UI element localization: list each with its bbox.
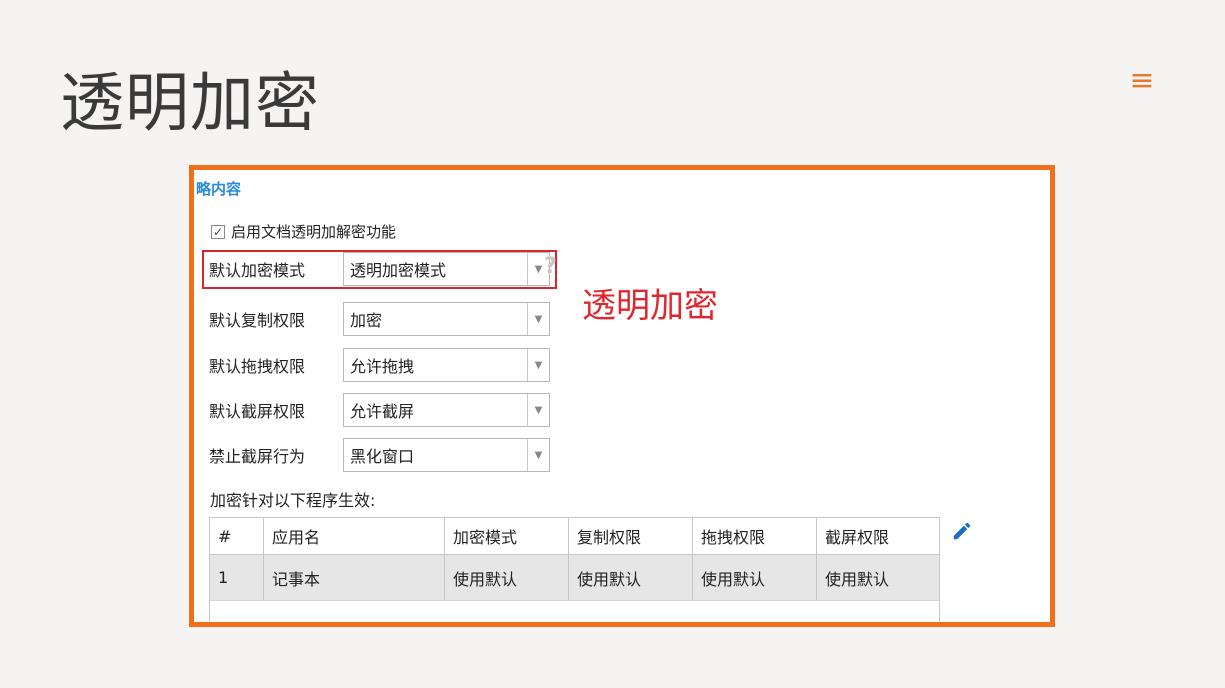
table-header-row: # 应用名 加密模式 复制权限 拖拽权限 截屏权限 <box>210 518 939 555</box>
field-label: 默认截屏权限 <box>209 402 306 421</box>
help-icon[interactable]: ? <box>544 254 557 279</box>
field-label: 默认拖拽权限 <box>209 357 306 376</box>
select-value: 黑化窗口 <box>350 447 415 466</box>
column-header[interactable]: 拖拽权限 <box>693 518 817 554</box>
chevron-down-icon[interactable]: ▼ <box>527 439 549 471</box>
column-header[interactable]: 截屏权限 <box>817 518 939 554</box>
pencil-edit-icon[interactable] <box>951 520 973 542</box>
enable-encryption-row[interactable]: ✓ 启用文档透明加解密功能 <box>211 221 396 242</box>
default-drag-permission-select[interactable]: 允许拖拽 ▼ <box>343 348 550 382</box>
screenshot-frame: 略内容 ✓ 启用文档透明加解密功能 默认加密模式 透明加密模式 ▼ 默认复制权限… <box>189 165 1055 627</box>
annotation-label: 透明加密 <box>582 286 718 326</box>
default-screenshot-permission-row: 默认截屏权限 允许截屏 ▼ <box>209 393 550 427</box>
program-note: 加密针对以下程序生效: <box>210 491 376 510</box>
column-header[interactable]: 应用名 <box>264 518 445 554</box>
table-cell: 使用默认 <box>445 555 569 600</box>
chevron-down-icon[interactable]: ▼ <box>527 349 549 381</box>
column-header[interactable]: # <box>210 518 264 554</box>
block-screenshot-behavior-row: 禁止截屏行为 黑化窗口 ▼ <box>209 438 550 472</box>
enable-encryption-label: 启用文档透明加解密功能 <box>231 223 397 241</box>
page-title: 透明加密 <box>60 67 320 141</box>
section-title: 略内容 <box>196 180 242 198</box>
default-drag-permission-row: 默认拖拽权限 允许拖拽 ▼ <box>209 348 550 382</box>
table-cell: 1 <box>210 555 264 600</box>
table-cell: 使用默认 <box>693 555 817 600</box>
highlight-box <box>202 250 557 289</box>
default-copy-permission-select[interactable]: 加密 ▼ <box>343 302 550 336</box>
chevron-down-icon[interactable]: ▼ <box>527 303 549 335</box>
block-screenshot-behavior-select[interactable]: 黑化窗口 ▼ <box>343 438 550 472</box>
policy-panel: 略内容 ✓ 启用文档透明加解密功能 默认加密模式 透明加密模式 ▼ 默认复制权限… <box>194 170 1050 622</box>
table-cell: 使用默认 <box>825 569 890 589</box>
default-copy-permission-row: 默认复制权限 加密 ▼ <box>209 302 550 336</box>
select-value: 加密 <box>350 311 383 330</box>
select-value: 允许拖拽 <box>350 357 415 376</box>
table-cell: 使用默认 <box>569 555 693 600</box>
field-label: 禁止截屏行为 <box>209 447 306 466</box>
hamburger-menu-icon[interactable]: ≡ <box>1129 66 1155 96</box>
select-value: 允许截屏 <box>350 402 415 421</box>
table-row[interactable]: 1 记事本 使用默认 使用默认 使用默认 使用默认 <box>210 555 939 601</box>
column-header[interactable]: 加密模式 <box>445 518 569 554</box>
column-header[interactable]: 复制权限 <box>569 518 693 554</box>
program-table: # 应用名 加密模式 复制权限 拖拽权限 截屏权限 1 记事本 使用默认 使用默… <box>209 517 940 622</box>
enable-encryption-checkbox[interactable]: ✓ <box>211 224 225 239</box>
chevron-down-icon[interactable]: ▼ <box>527 394 549 426</box>
field-label: 默认复制权限 <box>209 311 306 330</box>
default-screenshot-permission-select[interactable]: 允许截屏 ▼ <box>343 393 550 427</box>
table-cell: 记事本 <box>264 555 445 600</box>
